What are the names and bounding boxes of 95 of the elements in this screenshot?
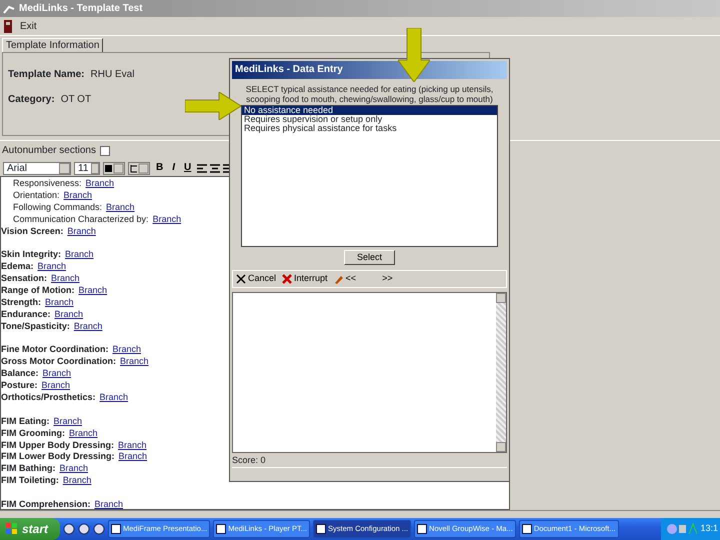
back-button[interactable]: <<: [334, 272, 356, 286]
score-text: Score: 0: [232, 454, 267, 467]
window-icon: [316, 524, 326, 534]
branch-link[interactable]: Branch: [94, 499, 124, 509]
field-label: Template Name:: [8, 69, 85, 80]
field-label: Sensation:: [1, 273, 48, 284]
window-icon: [111, 524, 122, 534]
field-label: Responsiveness:: [13, 178, 82, 188]
windows-logo-icon: [6, 523, 18, 535]
field-label: FIM Grooming:: [1, 428, 65, 438]
field-label: Fine Motor Coordination:: [1, 344, 108, 354]
window-icon: [216, 524, 226, 534]
branch-link[interactable]: Branch: [64, 190, 92, 200]
field-label: FIM Lower Body Dressing:: [1, 451, 115, 462]
tab[interactable]: Template Information: [2, 38, 104, 52]
branch-link[interactable]: Branch: [42, 380, 70, 390]
app-icon[interactable]: [93, 523, 106, 535]
branch-link[interactable]: Branch: [62, 475, 92, 486]
field-label: Edema:: [1, 261, 34, 272]
format-button[interactable]: B: [153, 162, 166, 174]
field-label: Gross Motor Coordination:: [1, 356, 116, 366]
field-value: RHU Eval: [90, 69, 134, 80]
field-label: FIM Toileting:: [1, 475, 59, 486]
branch-link[interactable]: Branch: [106, 202, 135, 212]
field-label: Orthotics/Prosthetics:: [1, 392, 96, 402]
x-icon: [282, 274, 292, 284]
list-button[interactable]: [128, 162, 150, 174]
exit-icon[interactable]: [4, 20, 12, 32]
start-button[interactable]: start: [0, 518, 60, 540]
select-button[interactable]: Select: [344, 250, 395, 264]
tray-icon: [667, 523, 698, 535]
field-label: Endurance:: [1, 308, 51, 319]
format-button[interactable]: U: [181, 162, 194, 174]
field-value: OT OT: [60, 94, 92, 105]
text-color-button[interactable]: [103, 162, 125, 174]
cancel-icon: [236, 274, 246, 284]
field-label: FIM Bathing:: [1, 463, 56, 474]
branch-link[interactable]: Branch: [42, 368, 72, 378]
branch-link[interactable]: Branch: [65, 249, 94, 260]
field-label: Posture:: [1, 380, 38, 390]
field-label: Range of Motion:: [1, 285, 74, 296]
branch-link[interactable]: Branch: [100, 392, 128, 402]
branch-link[interactable]: Branch: [86, 178, 114, 188]
branch-link[interactable]: Branch: [152, 214, 182, 224]
field-label: Tone/Spasticity:: [1, 320, 70, 331]
align-center-icon[interactable]: [210, 164, 220, 172]
branch-link[interactable]: Branch: [54, 416, 82, 426]
format-button[interactable]: I: [169, 162, 178, 174]
branch-link[interactable]: Branch: [120, 356, 149, 366]
pencil-icon: [334, 274, 344, 284]
option-item[interactable]: Requires supervision or setup only: [242, 115, 497, 124]
checkbox-label: Autonumber sections: [2, 144, 96, 158]
menu-item[interactable]: Exit: [20, 18, 37, 34]
align-left-icon[interactable]: [197, 164, 208, 172]
field-label: Communication Characterized by:: [13, 214, 149, 224]
window-title: MediLinks - Template Test: [19, 2, 143, 16]
size-dropdown[interactable]: 11: [74, 162, 100, 174]
interrupt-button[interactable]: Interrupt: [282, 272, 328, 286]
option-item[interactable]: No assistance needed: [242, 106, 497, 115]
field-label: Strength:: [1, 296, 41, 307]
next-button[interactable]: >>: [382, 272, 393, 286]
field-label: Category:: [8, 94, 55, 105]
field-label: FIM Eating:: [1, 416, 50, 426]
field-label: Vision Screen:: [1, 226, 64, 236]
field-label: FIM Upper Body Dressing:: [1, 440, 114, 450]
branch-link[interactable]: Branch: [45, 296, 74, 307]
font-dropdown[interactable]: Arial: [3, 162, 71, 174]
field-label: FIM Comprehension:: [1, 499, 90, 509]
option-item[interactable]: Requires physical assistance for tasks: [242, 124, 497, 133]
field-label: Skin Integrity:: [1, 249, 62, 260]
scrollbar[interactable]: [496, 293, 506, 452]
field-label: Following Commands:: [13, 202, 102, 212]
dialog-title: MediLinks - Data Entry: [232, 61, 507, 79]
branch-link[interactable]: Branch: [60, 463, 88, 474]
branch-link[interactable]: Branch: [112, 344, 142, 354]
branch-link[interactable]: Branch: [38, 261, 66, 272]
branch-link[interactable]: Branch: [74, 320, 102, 331]
cancel-button[interactable]: Cancel: [236, 272, 276, 286]
branch-link[interactable]: Branch: [78, 285, 108, 296]
prompt-text: SELECT typical assistance needed for eating (picking up utensils, scooping food to mouth, chewing/swallowing, glass/cup to mouth): [244, 83, 494, 105]
app-icon: [3, 4, 15, 14]
branch-link[interactable]: Branch: [54, 308, 84, 319]
window-icon: [522, 524, 532, 534]
arrow: [398, 28, 430, 82]
arrow: [185, 92, 241, 120]
branch-link[interactable]: Branch: [51, 273, 80, 284]
checkbox[interactable]: [100, 146, 110, 156]
branch-link[interactable]: Branch: [118, 451, 148, 462]
branch-link[interactable]: Branch: [69, 428, 98, 438]
branch-link[interactable]: Branch: [67, 226, 96, 236]
field-label: Balance:: [1, 368, 39, 378]
window-icon: [417, 524, 428, 534]
field-label: Orientation:: [13, 190, 60, 200]
clock: 13:1: [700, 522, 718, 536]
branch-link[interactable]: Branch: [118, 440, 147, 450]
